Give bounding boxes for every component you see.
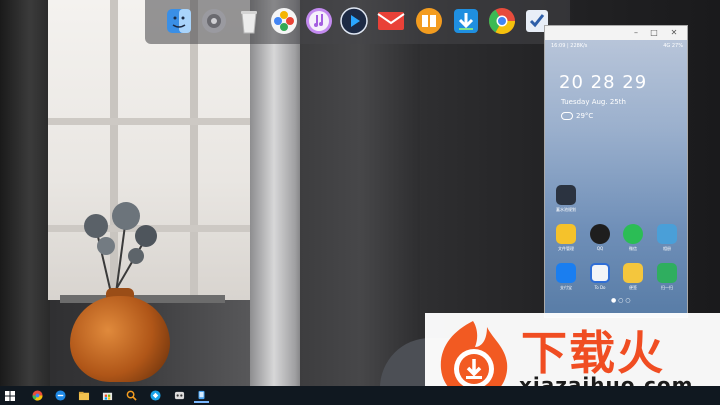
- wechat-icon: [623, 224, 643, 244]
- game-taskbar-icon[interactable]: [172, 388, 187, 403]
- app-label: 蓄水池规划: [556, 207, 576, 212]
- app-label: 相册: [663, 246, 671, 251]
- chrome-icon[interactable]: [488, 7, 516, 35]
- file-explorer-taskbar-icon[interactable]: [76, 388, 91, 403]
- wallpaper-window-frame: [48, 118, 253, 125]
- phone-status-bar: 16:09 | 228K/s 4G 27%: [545, 40, 687, 52]
- phone-mirror-window[interactable]: – □ ✕ 16:09 | 228K/s 4G 27% 20 28 29 Tue…: [544, 25, 688, 318]
- app-label: 便签: [629, 285, 637, 290]
- folder-icon: [556, 224, 576, 244]
- mail-icon[interactable]: [377, 7, 405, 35]
- phone-app-icon[interactable]: 扫一扫: [656, 263, 678, 291]
- app-label: 支付宝: [560, 285, 572, 290]
- phone-mirror-taskbar-icon[interactable]: [194, 388, 209, 403]
- phone-app-icon[interactable]: 微信: [622, 224, 644, 252]
- download-icon[interactable]: [452, 7, 480, 35]
- wallpaper-vase: [70, 296, 170, 382]
- search-app-taskbar-icon[interactable]: [124, 388, 139, 403]
- phone-app-icon[interactable]: 支付宝: [555, 263, 577, 291]
- app-label: 扫一扫: [661, 285, 673, 290]
- status-left-text: 16:09 | 228K/s: [551, 43, 588, 49]
- store-taskbar-icon[interactable]: [100, 388, 115, 403]
- app-label: 文件管理: [558, 246, 574, 251]
- photos-icon[interactable]: [270, 7, 298, 35]
- phone-app-icon[interactable]: 文件管理: [555, 224, 577, 252]
- qq-icon: [590, 224, 610, 244]
- phone-app-icon[interactable]: 相册: [656, 224, 678, 252]
- clock-time: 20 28 29: [559, 72, 648, 93]
- phone-window-titlebar[interactable]: – □ ✕: [545, 26, 687, 40]
- maximize-icon[interactable]: □: [649, 28, 659, 38]
- system-preferences-icon[interactable]: [200, 7, 228, 35]
- wallpaper-curtain-left: [0, 0, 50, 386]
- itunes-icon[interactable]: [305, 7, 333, 35]
- close-icon[interactable]: ✕: [669, 28, 679, 38]
- phone-app-icon[interactable]: 蓄水池规划: [555, 185, 577, 213]
- todo-check-icon: [590, 263, 610, 283]
- wallpaper-flowers: [84, 202, 157, 293]
- wallpaper-curtain-dark: [300, 0, 420, 386]
- wallpaper-window-frame: [190, 0, 198, 300]
- notes-icon: [623, 263, 643, 283]
- clock-date: Tuesday Aug. 25th: [561, 98, 626, 106]
- app-icon: [556, 185, 576, 205]
- app-label: To Do: [594, 285, 606, 290]
- status-right-text: 4G 27%: [663, 43, 683, 49]
- books-icon[interactable]: [415, 7, 443, 35]
- windows-taskbar: [0, 386, 720, 405]
- chrome-taskbar-icon[interactable]: [30, 388, 45, 403]
- trash-icon[interactable]: [235, 7, 263, 35]
- phone-app-icon[interactable]: 便签: [622, 263, 644, 291]
- phone-app-icon[interactable]: To Do: [589, 263, 611, 290]
- video-player-icon[interactable]: [340, 7, 368, 35]
- page-indicator: ● ○ ○: [611, 297, 631, 304]
- app-label: QQ: [596, 246, 604, 251]
- start-button-icon[interactable]: [2, 388, 17, 403]
- minimize-icon[interactable]: –: [631, 28, 641, 38]
- temperature-text: 29°C: [576, 112, 594, 120]
- app-dock: [145, 0, 570, 44]
- gallery-icon: [657, 224, 677, 244]
- edge-taskbar-icon[interactable]: [53, 388, 68, 403]
- network-app-taskbar-icon[interactable]: [148, 388, 163, 403]
- alipay-icon: [556, 263, 576, 283]
- finder-icon[interactable]: [165, 7, 193, 35]
- app-label: 微信: [629, 246, 637, 251]
- scan-icon: [657, 263, 677, 283]
- phone-app-icon[interactable]: QQ: [589, 224, 611, 251]
- weather-widget: 29°C: [561, 112, 593, 120]
- cloud-icon: [561, 112, 573, 120]
